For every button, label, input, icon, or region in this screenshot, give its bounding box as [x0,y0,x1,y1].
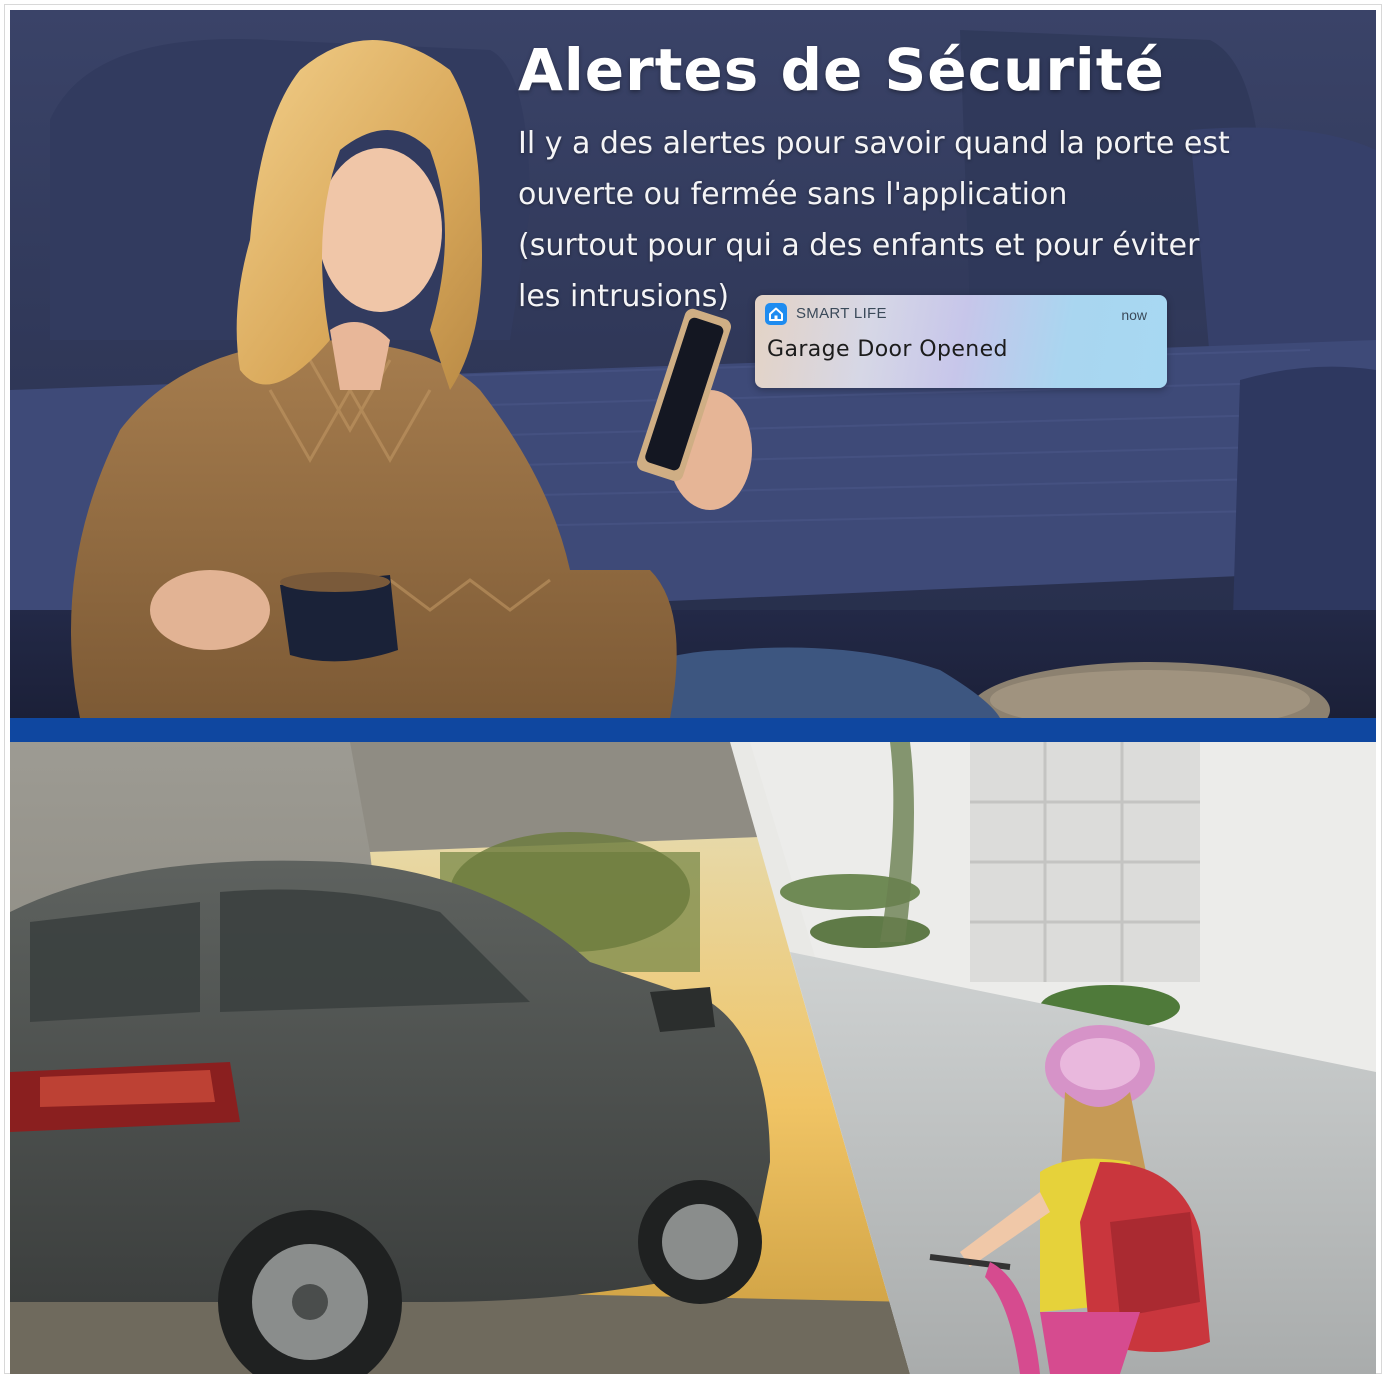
headline: Alertes de Sécurité [518,36,1165,104]
notification-time: now [1121,307,1147,323]
living-room-photo [10,10,1376,718]
garage-illustration [10,742,1376,1374]
home-icon [765,303,787,325]
garage-scenes-photo [10,742,1376,1374]
description: Il y a des alertes pour savoir quand la … [518,118,1358,322]
description-line: ouverte ou fermée sans l'application [518,177,1068,212]
description-line: (surtout pour qui a des enfants et pour … [518,228,1200,263]
push-notification[interactable]: SMART LIFE now Garage Door Opened [755,295,1167,388]
notification-message: Garage Door Opened [767,337,1008,362]
description-line: Il y a des alertes pour savoir quand la … [518,126,1230,161]
notification-app-name: SMART LIFE [796,305,887,322]
blue-divider-bar [10,718,1376,742]
security-alert-banner: Alertes de Sécurité Il y a des alertes p… [10,10,1376,718]
